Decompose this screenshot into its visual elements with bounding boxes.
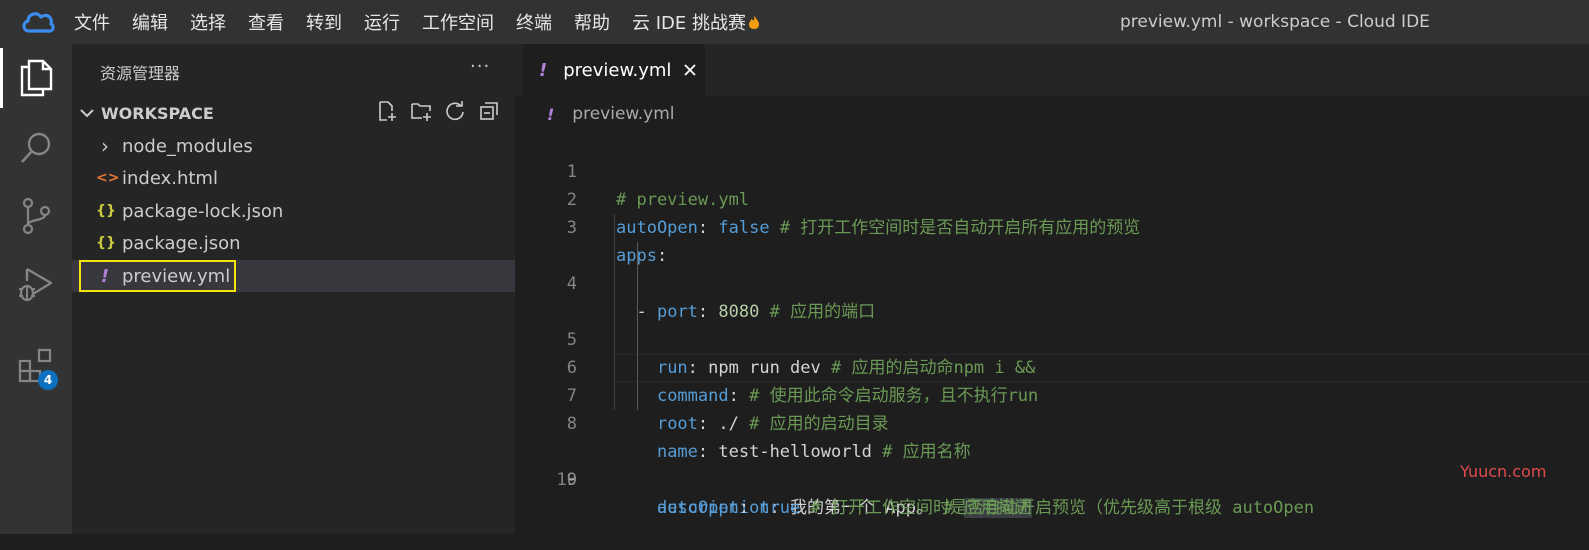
indent-guide (637, 354, 638, 382)
menu-run[interactable]: 运行 (364, 9, 400, 35)
activity-source-control[interactable] (0, 184, 72, 248)
editor-area: ! preview.yml ! preview.yml 1 # preview.… (515, 44, 1589, 534)
menu-workspace[interactable]: 工作空间 (422, 9, 494, 35)
files-icon (20, 59, 53, 97)
menu-challenge-label: 云 IDE 挑战赛 (632, 13, 746, 34)
new-file-icon[interactable] (376, 100, 398, 122)
tree-item-label: index.html (122, 167, 218, 189)
explorer-sidebar: 资源管理器 ··· WORKSPACE › node_modules <> in… (72, 44, 515, 534)
indent-guide (614, 270, 615, 298)
menu-help[interactable]: 帮助 (574, 9, 610, 35)
menu-edit[interactable]: 编辑 (132, 9, 168, 35)
code-editor[interactable]: 1 # preview.yml 2 autoOpen: false # 打开工作… (515, 130, 1589, 518)
extensions-badge: 4 (38, 370, 58, 390)
indent-guide (614, 354, 615, 382)
tree-item-label: package-lock.json (122, 200, 284, 222)
code-line-current: 9 description: 我的第一个 App。 # 应用描述 (515, 354, 1589, 518)
line-content: root: ./ # 应用的启动目录 (656, 414, 889, 434)
yaml-file-icon: ! (539, 59, 548, 81)
activity-search[interactable] (0, 116, 72, 180)
line-content: autoOpen: true # 打开工作空间时是否自动开启预览（优先级高于根级… (656, 498, 1315, 518)
code-line: 2 autoOpen: false # 打开工作空间时是否自动开启所有应用的预览 (515, 158, 1589, 238)
close-icon[interactable] (683, 63, 697, 77)
menu-challenge[interactable]: 云 IDE 挑战赛 (632, 9, 760, 35)
activity-run-debug[interactable] (0, 252, 72, 316)
tree-item-node-modules[interactable]: › node_modules (72, 130, 515, 162)
tree-item-label: package.json (122, 232, 241, 254)
annotation-highlight-box (79, 260, 236, 292)
code-line: 6 command: # 使用此命令启动服务，且不执行run (515, 270, 1589, 406)
code-line: 5 run: npm run dev # 应用的启动命npm i && (515, 242, 1589, 378)
current-line-highlight (615, 354, 1589, 382)
yaml-file-icon: ! (547, 104, 555, 124)
run-debug-icon (19, 267, 53, 302)
indent-guide (614, 326, 615, 354)
window-title: preview.yml - workspace - Cloud IDE (1120, 12, 1430, 32)
tab-preview-yml[interactable]: ! preview.yml (523, 44, 705, 96)
menu-view[interactable]: 查看 (248, 9, 284, 35)
source-control-icon (22, 197, 51, 235)
tree-item-label: node_modules (122, 135, 253, 157)
tree-item-index-html[interactable]: <> index.html (72, 162, 515, 194)
indent-guide (614, 298, 615, 326)
collapse-all-icon[interactable] (478, 100, 500, 122)
menu-go[interactable]: 转到 (306, 9, 342, 35)
code-line: 7 root: ./ # 应用的启动目录 (515, 298, 1589, 434)
title-bar: 文件 编辑 选择 查看 转到 运行 工作空间 终端 帮助 云 IDE 挑战赛 p… (0, 0, 1589, 44)
breadcrumb[interactable]: ! preview.yml (547, 102, 675, 126)
code-line: 3 apps: (515, 186, 1589, 266)
more-actions-icon[interactable]: ··· (470, 56, 490, 77)
search-icon (21, 132, 51, 163)
indent-guide (637, 326, 638, 354)
html-file-icon: <> (96, 170, 120, 186)
activity-explorer[interactable] (0, 46, 72, 110)
menu-file[interactable]: 文件 (74, 9, 110, 35)
indent-guide (637, 270, 638, 298)
workspace-label: WORKSPACE (101, 103, 214, 123)
workspace-header[interactable]: WORKSPACE (72, 100, 515, 126)
refresh-icon[interactable] (444, 100, 466, 122)
cloud-ide-logo-icon (22, 12, 55, 33)
tree-item-package-lock-json[interactable]: {} package-lock.json (72, 195, 515, 227)
code-line: 10 autoOpen: true # 打开工作空间时是否自动开启预览（优先级高… (515, 382, 1589, 518)
indent-guide (614, 242, 615, 270)
indent-guide (637, 382, 638, 410)
tab-bar: ! preview.yml (515, 44, 1589, 96)
indent-guide (614, 382, 615, 410)
chevron-down-icon (80, 109, 94, 118)
menu-bar: 文件 编辑 选择 查看 转到 运行 工作空间 终端 帮助 云 IDE 挑战赛 (74, 9, 782, 35)
indent-guide (637, 298, 638, 326)
explorer-title: 资源管理器 (100, 64, 181, 83)
code-line: 1 # preview.yml (515, 130, 1589, 210)
breadcrumb-file[interactable]: preview.yml (572, 104, 674, 124)
chevron-right-icon: › (101, 134, 109, 158)
activity-extensions[interactable]: 4 (0, 334, 72, 398)
tab-label: preview.yml (563, 59, 672, 81)
code-line: 8 name: test-helloworld # 应用名称 (515, 326, 1589, 462)
line-content: name: test-helloworld # 应用名称 (656, 442, 971, 462)
activity-bar: 4 (0, 44, 72, 534)
indent-guide (614, 214, 615, 242)
flame-icon (749, 15, 759, 29)
menu-selection[interactable]: 选择 (190, 9, 226, 35)
tree-item-package-json[interactable]: {} package.json (72, 227, 515, 259)
json-file-icon: {} (96, 235, 116, 251)
code-line: 4 - port: 8080 # 应用的端口 (515, 214, 1589, 322)
line-number: 10 (556, 470, 577, 490)
menu-terminal[interactable]: 终端 (516, 9, 552, 35)
watermark: Yuucn.com (1460, 462, 1547, 481)
json-file-icon: {} (96, 203, 116, 219)
indent-guide (637, 242, 638, 270)
new-folder-icon[interactable] (410, 100, 432, 122)
